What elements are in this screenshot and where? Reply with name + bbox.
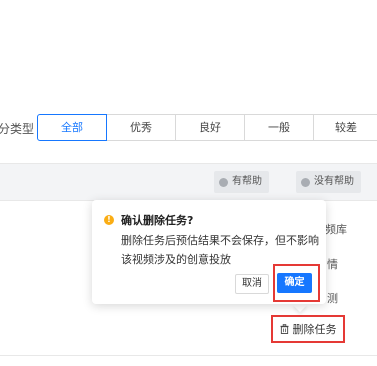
helpful-button[interactable]: 有帮助: [214, 171, 269, 193]
trash-icon: [279, 324, 289, 334]
delete-task-button[interactable]: 删除任务: [271, 315, 345, 343]
delete-task-label: 删除任务: [292, 323, 337, 336]
confirm-delete-popover: ! 确认删除任务? 删除任务后预估结果不会保存，但不影响该视频涉及的创意投放 取…: [92, 200, 326, 304]
filter-option-average[interactable]: 一般: [244, 114, 314, 141]
cancel-button[interactable]: 取消: [235, 274, 269, 294]
helpful-label: 有帮助: [232, 176, 262, 187]
page: 分类型 全部 优秀 良好 一般 较差 有帮助 没有帮助 频库 情 测 删除任务 …: [0, 0, 377, 366]
filter-label: 分类型: [0, 122, 35, 136]
side-action-video-library[interactable]: 频库: [325, 221, 347, 237]
filter-option-all[interactable]: 全部: [37, 114, 107, 141]
filter-option-good[interactable]: 良好: [175, 114, 245, 141]
side-action-detect[interactable]: 测: [327, 290, 338, 306]
filter-option-excellent[interactable]: 优秀: [106, 114, 176, 141]
thumb-down-icon: [301, 177, 310, 187]
row-divider: [0, 355, 377, 356]
filter-options: 全部 优秀 良好 一般 较差: [37, 114, 377, 141]
filter-option-poor[interactable]: 较差: [313, 114, 377, 141]
thumb-up-icon: [219, 177, 228, 187]
side-action-details[interactable]: 情: [327, 256, 338, 272]
confirm-button[interactable]: 确定: [277, 273, 312, 293]
not-helpful-button[interactable]: 没有帮助: [296, 171, 361, 193]
popover-title: 确认删除任务?: [121, 214, 194, 227]
quality-filter-row: 分类型 全部 优秀 良好 一般 较差: [0, 114, 377, 144]
warning-icon: !: [104, 215, 114, 225]
not-helpful-label: 没有帮助: [314, 176, 354, 187]
